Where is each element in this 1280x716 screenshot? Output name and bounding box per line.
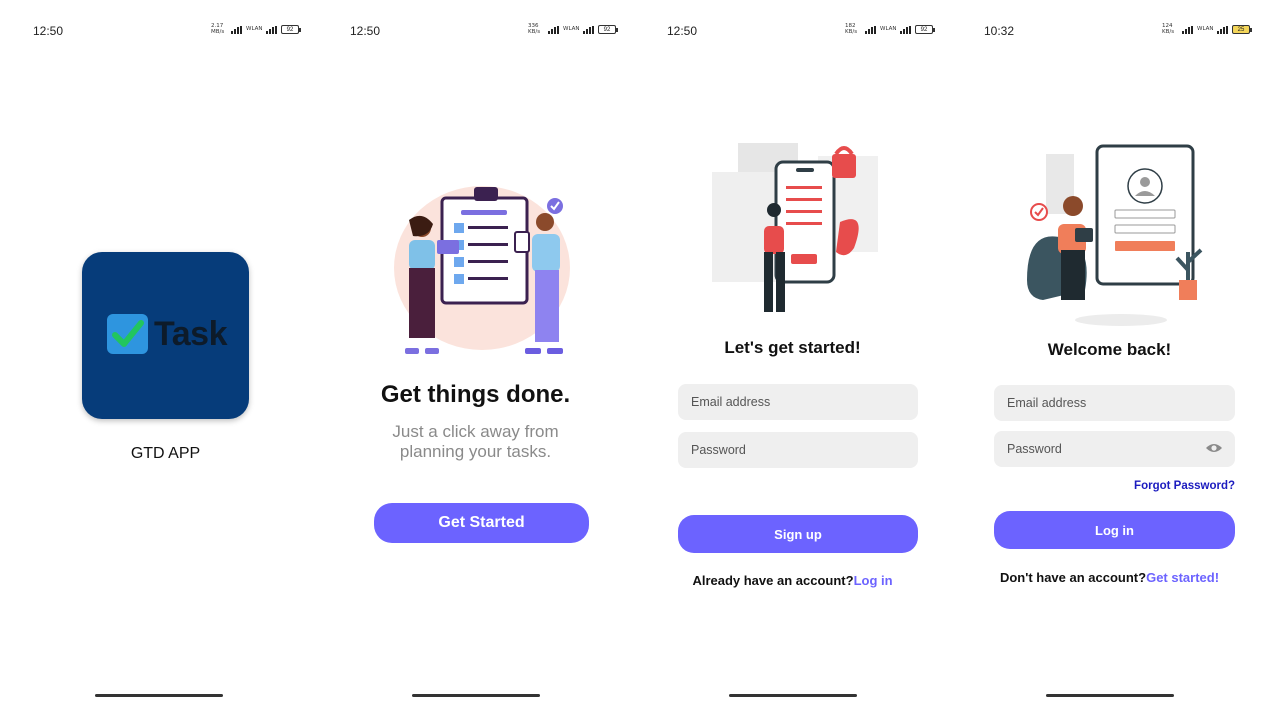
signup-prompt: Don't have an account?Get started! — [951, 570, 1268, 585]
login-illustration — [1027, 144, 1203, 326]
battery-icon: 92 — [598, 25, 618, 34]
login-prompt: Already have an account?Log in — [634, 573, 951, 588]
email-field[interactable]: Email address — [994, 385, 1235, 421]
battery-icon: 25 — [1232, 25, 1252, 34]
network-speed: 182 KB/s — [845, 23, 858, 35]
eye-icon[interactable] — [1205, 442, 1223, 454]
email-field[interactable]: Email address — [678, 384, 918, 420]
password-field[interactable]: Password — [994, 431, 1235, 467]
network-label: WLAN — [880, 25, 897, 32]
app-icon: Task — [82, 252, 249, 419]
get-started-button[interactable]: Get Started — [374, 503, 589, 543]
battery-icon: 92 — [281, 25, 301, 34]
signal-icon — [1182, 25, 1193, 34]
login-title: Welcome back! — [1047, 340, 1172, 359]
signal-icon — [900, 25, 911, 34]
signup-prompt-text: Don't have an account? — [999, 570, 1147, 585]
network-label: WLAN — [246, 25, 263, 32]
onboarding-screen: 12:50 336 KB/s WLAN 92 Get things done. … — [317, 0, 634, 716]
status-time: 12:50 — [350, 24, 381, 38]
signal-icon — [583, 25, 594, 34]
signal-icon — [548, 25, 559, 34]
status-bar-icons: 2.17 MB/s WLAN 92 — [211, 23, 301, 35]
home-indicator[interactable] — [728, 694, 857, 697]
status-time: 12:50 — [33, 24, 64, 38]
onboarding-subtitle-line1: Just a click away from — [392, 422, 559, 441]
signal-icon — [231, 25, 242, 34]
network-speed: 124 KB/s — [1162, 23, 1175, 35]
network-speed: 2.17 MB/s — [211, 23, 225, 35]
splash-screen: 12:50 2.17 MB/s WLAN 92 Task GTD APP — [0, 0, 317, 716]
onboarding-subtitle-line2: planning your tasks. — [399, 442, 552, 461]
status-bar-icons: 124 KB/s WLAN 25 — [1162, 23, 1252, 35]
onboarding-title: Get things done. — [380, 381, 571, 408]
home-indicator[interactable] — [94, 694, 223, 697]
battery-icon: 92 — [915, 25, 935, 34]
login-screen: 10:32 124 KB/s WLAN 25 Welcome back! Ema… — [951, 0, 1268, 716]
status-time: 12:50 — [667, 24, 698, 38]
signal-icon — [266, 25, 277, 34]
password-field[interactable]: Password — [678, 432, 918, 468]
home-indicator[interactable] — [1045, 694, 1174, 697]
signal-icon — [865, 25, 876, 34]
app-logo: Task — [107, 314, 227, 354]
log-in-button[interactable]: Log in — [994, 511, 1235, 549]
get-started-link[interactable]: Get started! — [1146, 570, 1219, 585]
forgot-password-link[interactable]: Forgot Password? — [1134, 480, 1235, 492]
login-prompt-text: Already have an account? — [692, 573, 854, 588]
status-time: 10:32 — [984, 24, 1015, 38]
check-icon — [107, 314, 148, 354]
logo-text: Task — [154, 314, 227, 353]
checklist-illustration — [394, 186, 570, 354]
app-name: GTD APP — [130, 445, 201, 462]
login-link[interactable]: Log in — [854, 573, 893, 588]
signal-icon — [1217, 25, 1228, 34]
network-label: WLAN — [563, 25, 580, 32]
network-speed: 336 KB/s — [528, 23, 541, 35]
signup-screen: 12:50 182 KB/s WLAN 92 Let's get started… — [634, 0, 951, 716]
signup-illustration — [712, 143, 878, 312]
home-indicator[interactable] — [411, 694, 540, 697]
network-label: WLAN — [1197, 25, 1214, 32]
status-bar-icons: 336 KB/s WLAN 92 — [528, 23, 618, 35]
password-placeholder: Password — [1007, 442, 1062, 456]
sign-up-button[interactable]: Sign up — [678, 515, 918, 553]
signup-title: Let's get started! — [724, 338, 861, 357]
status-bar-icons: 182 KB/s WLAN 92 — [845, 23, 935, 35]
